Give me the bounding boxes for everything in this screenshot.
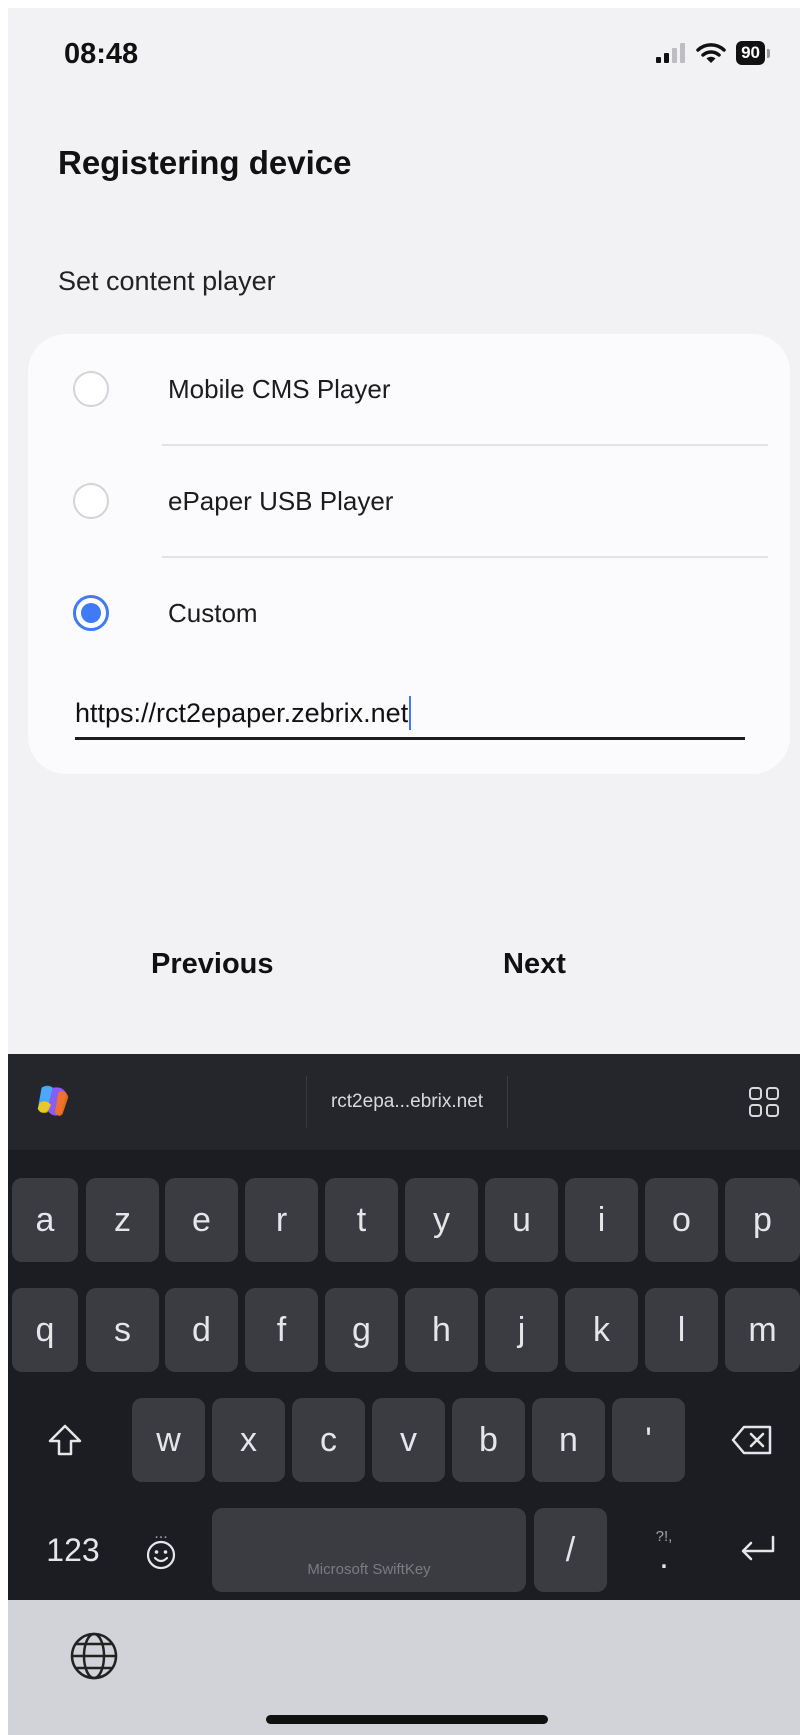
battery-icon: 90 bbox=[736, 41, 770, 65]
key-g[interactable]: g bbox=[325, 1288, 398, 1372]
section-label: Set content player bbox=[58, 266, 276, 296]
key-a[interactable]: a bbox=[12, 1178, 78, 1262]
next-button[interactable]: Next bbox=[503, 948, 566, 981]
key-r[interactable]: r bbox=[245, 1178, 318, 1262]
previous-button[interactable]: Previous bbox=[151, 948, 274, 981]
radio-custom[interactable] bbox=[73, 595, 109, 631]
home-indicator[interactable] bbox=[266, 1715, 548, 1724]
text-caret bbox=[409, 696, 412, 730]
page-title: Registering device bbox=[58, 144, 352, 181]
key-apostrophe[interactable]: ' bbox=[612, 1398, 685, 1482]
key-c[interactable]: c bbox=[292, 1398, 365, 1482]
period-label: . bbox=[659, 1538, 669, 1576]
key-l[interactable]: l bbox=[645, 1288, 718, 1372]
key-u[interactable]: u bbox=[485, 1178, 558, 1262]
key-b[interactable]: b bbox=[452, 1398, 525, 1482]
key-e[interactable]: e bbox=[165, 1178, 238, 1262]
radio-mobile-cms-player[interactable] bbox=[73, 371, 109, 407]
battery-tip bbox=[767, 48, 770, 58]
option-custom[interactable]: Custom bbox=[28, 558, 790, 668]
shift-icon bbox=[48, 1424, 82, 1456]
emoji-key[interactable]: ... bbox=[126, 1508, 196, 1592]
key-z[interactable]: z bbox=[86, 1178, 159, 1262]
radio-epaper-usb-player[interactable] bbox=[73, 483, 109, 519]
return-icon bbox=[741, 1535, 775, 1561]
key-x[interactable]: x bbox=[212, 1398, 285, 1482]
player-options-card: Mobile CMS Player ePaper USB Player Cust… bbox=[28, 334, 790, 774]
status-time: 08:48 bbox=[64, 38, 139, 70]
wifi-icon bbox=[696, 43, 726, 63]
punctuation-key[interactable]: ?!, . bbox=[624, 1508, 704, 1592]
slash-key[interactable]: / bbox=[534, 1508, 607, 1592]
key-p[interactable]: p bbox=[725, 1178, 800, 1262]
keyboard: rct2epa...ebrix.net a z e r t y u i o p … bbox=[8, 1054, 800, 1600]
option-epaper-usb-player[interactable]: ePaper USB Player bbox=[28, 446, 790, 556]
copilot-icon[interactable] bbox=[34, 1082, 72, 1120]
backspace-icon bbox=[731, 1425, 772, 1455]
key-m[interactable]: m bbox=[725, 1288, 800, 1372]
key-i[interactable]: i bbox=[565, 1178, 638, 1262]
key-d[interactable]: d bbox=[165, 1288, 238, 1372]
key-o[interactable]: o bbox=[645, 1178, 718, 1262]
key-q[interactable]: q bbox=[12, 1288, 78, 1372]
key-v[interactable]: v bbox=[372, 1398, 445, 1482]
globe-icon[interactable] bbox=[68, 1630, 120, 1682]
key-t[interactable]: t bbox=[325, 1178, 398, 1262]
app-screen: 08:48 90 Registering device Set content … bbox=[8, 8, 800, 1735]
option-label: ePaper USB Player bbox=[168, 485, 394, 516]
key-w[interactable]: w bbox=[132, 1398, 205, 1482]
enter-key[interactable] bbox=[718, 1508, 798, 1592]
key-s[interactable]: s bbox=[86, 1288, 159, 1372]
suggestion-bar: rct2epa...ebrix.net bbox=[8, 1054, 800, 1150]
backspace-key[interactable] bbox=[708, 1398, 796, 1482]
key-y[interactable]: y bbox=[405, 1178, 478, 1262]
key-k[interactable]: k bbox=[565, 1288, 638, 1372]
numbers-key[interactable]: 123 bbox=[28, 1508, 118, 1592]
status-icons: 90 bbox=[656, 41, 770, 65]
emoji-icon bbox=[146, 1540, 176, 1570]
custom-url-value: https://rct2epaper.zebrix.net bbox=[75, 697, 409, 728]
more-hint: ... bbox=[154, 1525, 168, 1542]
space-key[interactable]: Microsoft SwiftKey bbox=[212, 1508, 526, 1592]
autocomplete-suggestion[interactable]: rct2epa...ebrix.net bbox=[306, 1076, 508, 1128]
option-mobile-cms-player[interactable]: Mobile CMS Player bbox=[28, 334, 790, 444]
cellular-signal-icon bbox=[656, 43, 686, 63]
option-label: Custom bbox=[168, 597, 258, 628]
shift-key[interactable] bbox=[20, 1398, 110, 1482]
key-n[interactable]: n bbox=[532, 1398, 605, 1482]
key-j[interactable]: j bbox=[485, 1288, 558, 1372]
apps-grid-icon[interactable] bbox=[748, 1086, 780, 1118]
key-f[interactable]: f bbox=[245, 1288, 318, 1372]
option-label: Mobile CMS Player bbox=[168, 373, 391, 404]
key-h[interactable]: h bbox=[405, 1288, 478, 1372]
custom-url-input[interactable]: https://rct2epaper.zebrix.net bbox=[75, 689, 745, 740]
system-keyboard-bar bbox=[8, 1600, 800, 1735]
battery-level: 90 bbox=[736, 41, 765, 65]
